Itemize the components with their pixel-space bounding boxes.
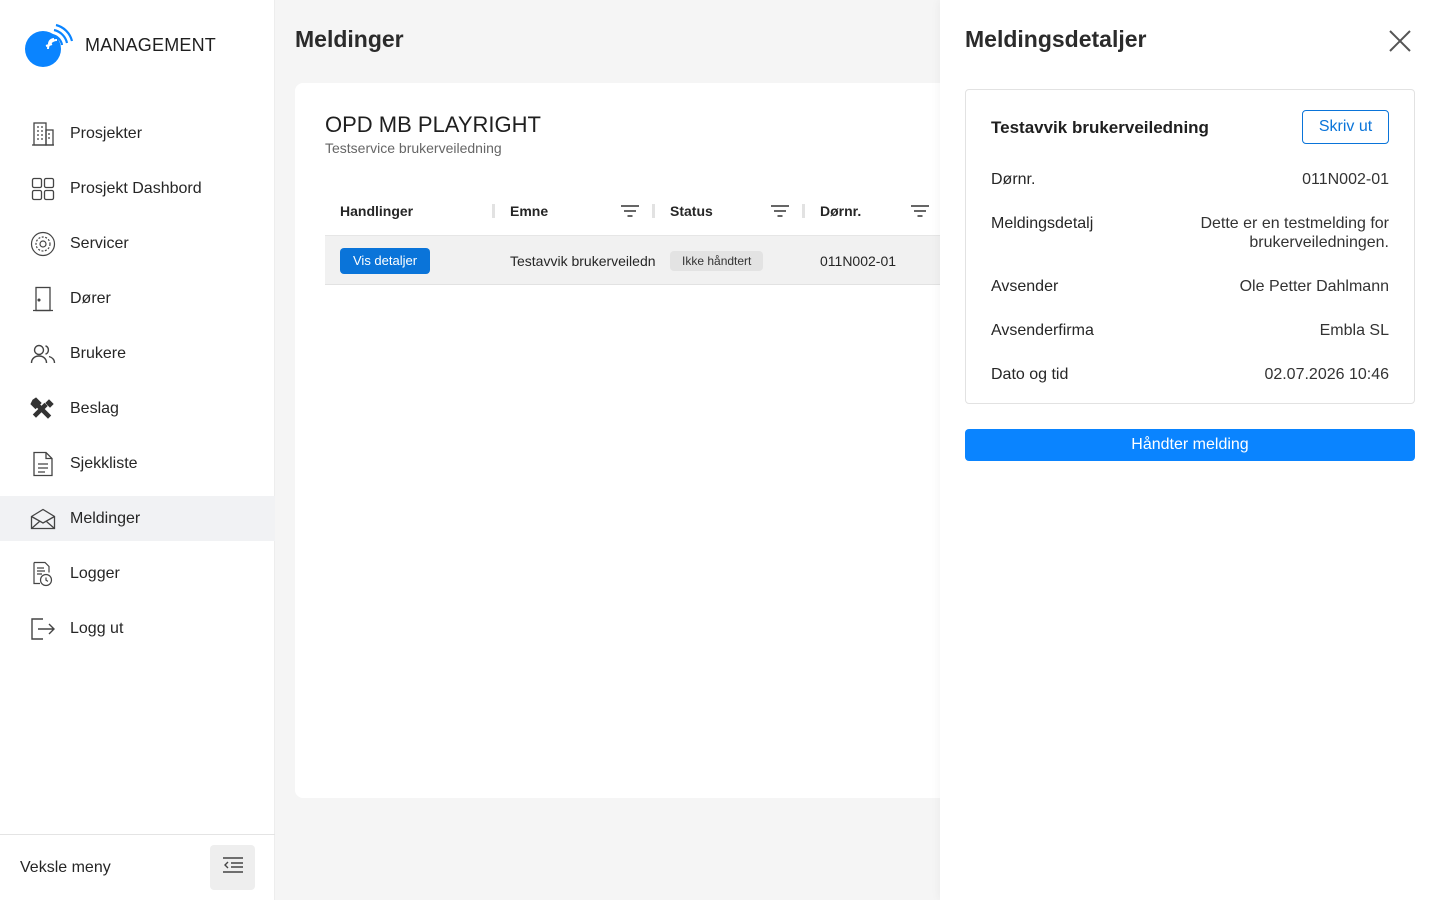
sidebar-nav: Prosjekter Prosjekt Dashbord Servicer Dø… [0, 111, 275, 661]
sidebar-item-label: Prosjekter [70, 124, 143, 142]
detail-row-datetime: Dato og tid 02.07.2026 10:46 [991, 365, 1389, 384]
document-icon [30, 451, 56, 477]
brand[interactable]: MANAGEMENT [24, 22, 216, 68]
brand-name: MANAGEMENT [85, 34, 217, 55]
sidebar-footer: Veksle meny [0, 834, 275, 900]
toggle-menu-button[interactable] [210, 845, 255, 890]
handle-message-button[interactable]: Håndter melding [965, 429, 1415, 461]
status-badge: Ikke håndtert [670, 250, 764, 271]
view-details-button[interactable]: Vis detaljer [340, 247, 431, 274]
column-header-emne[interactable]: Emne [510, 186, 548, 236]
message-detail-card: Testavvik brukerveiledning Skriv ut Dørn… [965, 89, 1415, 404]
service-subtitle: Testservice brukerveiledning [325, 140, 502, 156]
filter-icon[interactable] [770, 203, 790, 219]
close-icon[interactable] [1388, 29, 1412, 53]
sidebar-item-beslag[interactable]: Beslag [0, 386, 275, 431]
sidebar-item-label: Logger [70, 564, 120, 582]
table-row[interactable]: Vis detaljer Testavvik brukerveiledn Ikk… [325, 236, 995, 285]
message-details-panel: Meldingsdetaljer Testavvik brukerveiledn… [940, 0, 1440, 900]
detail-row-door: Dørnr. 011N002-01 [991, 170, 1389, 189]
sidebar-item-servicer[interactable]: Servicer [0, 221, 275, 266]
actions-cell: Vis detaljer [340, 236, 431, 285]
tools-icon [30, 396, 56, 422]
column-header-dornr[interactable]: Dørnr. [820, 186, 861, 236]
detail-value-line: brukerveiledningen. [1249, 234, 1389, 251]
detail-value: Dette er en testmelding for brukerveiled… [1200, 214, 1389, 252]
detail-label: Avsenderfirma [991, 322, 1094, 339]
logout-icon [30, 616, 56, 642]
sidebar-item-sjekkliste[interactable]: Sjekkliste [0, 441, 275, 486]
detail-row-sender-company: Avsenderfirma Embla SL [991, 321, 1389, 340]
messages-table: Handlinger Emne Status Dørnr. Vis detalj… [325, 186, 995, 285]
filter-icon[interactable] [910, 203, 930, 219]
detail-row-sender: Avsender Ole Petter Dahlmann [991, 277, 1389, 296]
sidebar-item-label: Logg ut [70, 619, 124, 637]
status-cell: Ikke håndtert [670, 236, 764, 285]
detail-row-message: Meldingsdetalj Dette er en testmelding f… [991, 214, 1389, 252]
detail-label: Dato og tid [991, 366, 1069, 383]
sidebar-item-label: Beslag [70, 399, 119, 417]
log-clock-icon [30, 561, 56, 587]
print-button[interactable]: Skriv ut [1302, 110, 1389, 144]
sidebar: MANAGEMENT Prosjekter Prosjekt Dashbord [0, 0, 275, 900]
detail-value: 02.07.2026 10:46 [1264, 366, 1389, 383]
toggle-menu-label: Veksle meny [20, 858, 111, 876]
column-resize-handle[interactable] [802, 204, 805, 218]
column-resize-handle[interactable] [492, 204, 495, 218]
brand-logo-icon [24, 22, 74, 68]
sidebar-item-dorer[interactable]: Dører [0, 276, 275, 321]
detail-value-line: Dette er en testmelding for [1200, 215, 1389, 232]
column-header-status[interactable]: Status [670, 186, 713, 236]
detail-label: Dørnr. [991, 171, 1036, 188]
sidebar-item-logger[interactable]: Logger [0, 551, 275, 596]
users-icon [30, 341, 56, 367]
sidebar-item-label: Dører [70, 289, 111, 307]
detail-value: Ole Petter Dahlmann [1239, 278, 1389, 295]
detail-value: 011N002-01 [1302, 171, 1389, 188]
sidebar-item-label: Meldinger [70, 509, 141, 527]
building-icon [30, 121, 56, 147]
filter-icon[interactable] [620, 203, 640, 219]
table-header: Handlinger Emne Status Dørnr. [325, 186, 995, 236]
collapse-menu-icon [222, 857, 244, 878]
column-header-handlinger[interactable]: Handlinger [340, 186, 413, 236]
door-number-cell: 011N002-01 [820, 252, 897, 269]
detail-label: Avsender [991, 278, 1059, 295]
sidebar-item-label: Prosjekt Dashbord [70, 179, 202, 197]
sidebar-item-prosjekter[interactable]: Prosjekter [0, 111, 275, 156]
sidebar-item-label: Servicer [70, 234, 129, 252]
messages-card: OPD MB PLAYRIGHT Testservice brukerveile… [295, 83, 995, 798]
page-title: Meldinger [295, 26, 404, 52]
sidebar-item-brukere[interactable]: Brukere [0, 331, 275, 376]
service-gear-icon [30, 231, 56, 257]
subject-cell: Testavvik brukerveiledn [510, 252, 656, 269]
panel-title: Meldingsdetaljer [965, 26, 1147, 52]
detail-label: Meldingsdetalj [991, 215, 1094, 232]
project-title: OPD MB PLAYRIGHT [325, 112, 541, 137]
sidebar-item-label: Sjekkliste [70, 454, 138, 472]
sidebar-item-meldinger[interactable]: Meldinger [0, 496, 275, 541]
detail-value: Embla SL [1319, 322, 1389, 339]
message-subject: Testavvik brukerveiledning [991, 118, 1209, 137]
grid-icon [30, 176, 56, 202]
envelope-icon [30, 506, 56, 532]
sidebar-item-label: Brukere [70, 344, 127, 362]
door-icon [30, 286, 56, 312]
sidebar-item-logg-ut[interactable]: Logg ut [0, 606, 275, 651]
column-resize-handle[interactable] [652, 204, 655, 218]
sidebar-item-prosjekt-dashbord[interactable]: Prosjekt Dashbord [0, 166, 275, 211]
